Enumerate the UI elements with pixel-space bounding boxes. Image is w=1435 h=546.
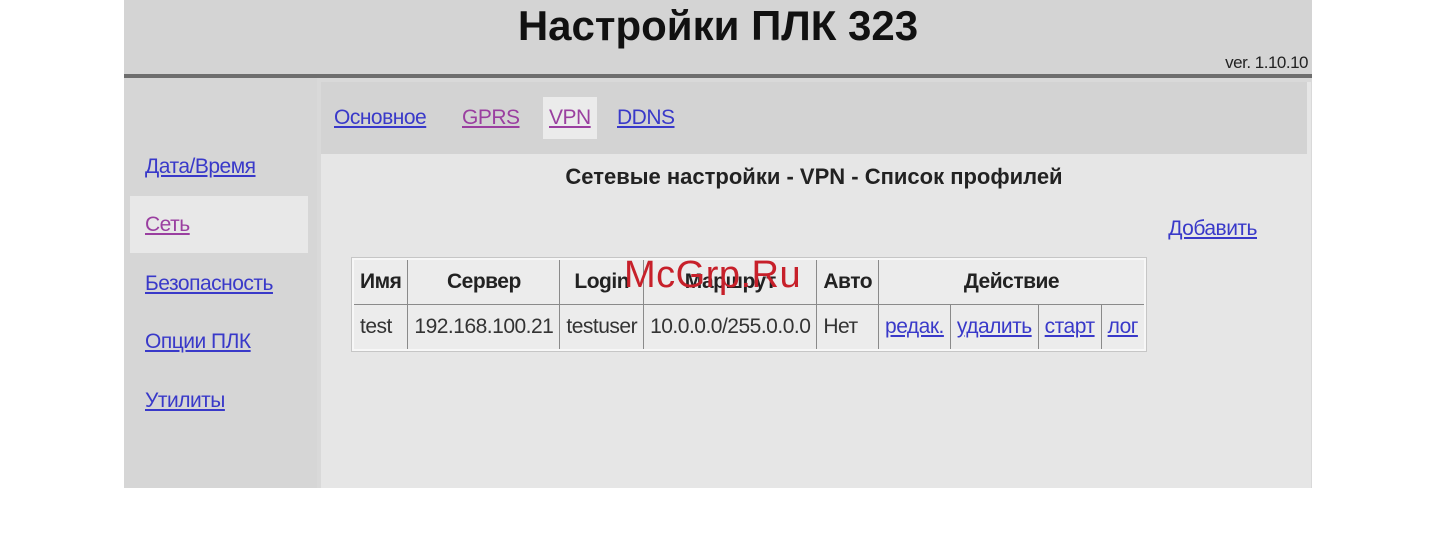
sidebar-item-plc-options[interactable]: Опции ПЛК — [130, 313, 308, 370]
sidebar-item-datetime[interactable]: Дата/Время — [130, 138, 308, 195]
sidebar-item-utilities[interactable]: Утилиты — [130, 372, 308, 429]
tab-gprs[interactable]: GPRS — [456, 97, 526, 139]
sidebar-item-label[interactable]: Безопасность — [145, 272, 273, 295]
watermark: McGrp.Ru — [624, 254, 802, 296]
cell-name: test — [352, 304, 409, 351]
sidebar-item-security[interactable]: Безопасность — [130, 255, 308, 312]
add-profile-link[interactable]: Добавить — [1168, 217, 1257, 241]
sidebar-item-label[interactable]: Дата/Время — [145, 155, 256, 178]
tab-vpn[interactable]: VPN — [543, 97, 597, 139]
sidebar-item-network[interactable]: Сеть — [130, 196, 308, 253]
cell-login: testuser — [559, 304, 645, 351]
main-content: Основное GPRS VPN DDNS Сетевые настройки… — [321, 82, 1311, 488]
cell-auto: Нет — [816, 304, 880, 351]
column-header-name: Имя — [352, 258, 409, 305]
sidebar-item-label[interactable]: Утилиты — [145, 389, 225, 412]
edit-link[interactable]: редак. — [878, 304, 951, 351]
cell-server: 192.168.100.21 — [407, 304, 561, 351]
tab-bar: Основное GPRS VPN DDNS — [321, 82, 1307, 154]
column-header-auto: Авто — [816, 258, 880, 305]
start-link[interactable]: старт — [1037, 304, 1102, 351]
column-header-action: Действие — [878, 258, 1146, 305]
sidebar-item-label[interactable]: Сеть — [145, 213, 190, 236]
sidebar: Дата/Время Сеть Безопасность Опции ПЛК У… — [124, 78, 317, 488]
table-row: test 192.168.100.21 testuser 10.0.0.0/25… — [352, 304, 1146, 351]
cell-route: 10.0.0.0/255.0.0.0 — [643, 304, 818, 351]
column-header-server: Сервер — [407, 258, 561, 305]
tab-main[interactable]: Основное — [328, 97, 432, 139]
delete-link[interactable]: удалить — [949, 304, 1039, 351]
version-label: ver. 1.10.10 — [1225, 53, 1308, 72]
app-window: Настройки ПЛК 323 ver. 1.10.10 Дата/Врем… — [124, 0, 1312, 488]
page-header: Настройки ПЛК 323 ver. 1.10.10 — [124, 0, 1312, 75]
section-title: Сетевые настройки - VPN - Список профиле… — [565, 164, 1063, 189]
page-title: Настройки ПЛК 323 — [517, 2, 919, 49]
sidebar-item-label[interactable]: Опции ПЛК — [145, 330, 251, 353]
log-link[interactable]: лог — [1100, 304, 1146, 351]
tab-ddns[interactable]: DDNS — [611, 97, 681, 139]
